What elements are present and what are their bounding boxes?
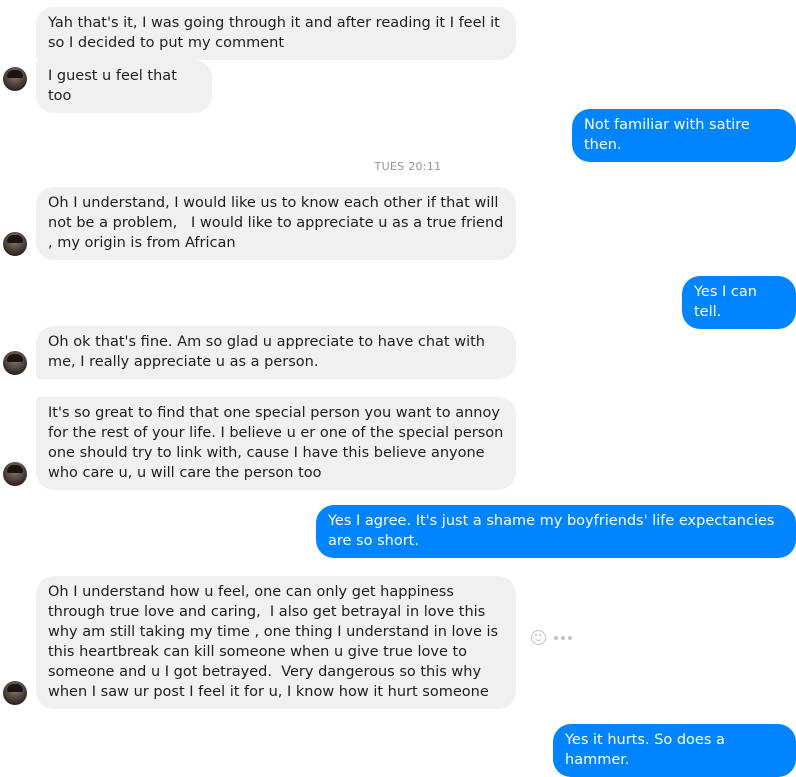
message-actions xyxy=(531,630,572,645)
contact-avatar[interactable] xyxy=(3,232,27,256)
message-bubble-outgoing[interactable]: Yes I can tell. xyxy=(682,276,796,329)
message-bubble-outgoing[interactable]: Not familiar with satire then. xyxy=(572,109,796,162)
message-bubble-incoming[interactable]: Yah that's it, I was going through it an… xyxy=(36,7,516,60)
contact-avatar[interactable] xyxy=(3,681,27,705)
more-dots-icon[interactable] xyxy=(554,635,572,640)
message-bubble-incoming[interactable]: Oh I understand, I would like us to know… xyxy=(36,187,516,260)
smiley-icon[interactable] xyxy=(531,630,546,645)
message-bubble-incoming[interactable]: Oh ok that's fine. Am so glad u apprecia… xyxy=(36,326,516,379)
contact-avatar[interactable] xyxy=(3,351,27,375)
message-bubble-incoming[interactable]: It's so great to find that one special p… xyxy=(36,397,516,490)
contact-avatar[interactable] xyxy=(3,67,27,91)
message-bubble-incoming[interactable]: I guest u feel that too xyxy=(36,60,212,113)
conversation-timestamp: TUES 20:11 xyxy=(374,160,442,173)
message-bubble-outgoing[interactable]: Yes I agree. It's just a shame my boyfri… xyxy=(316,505,796,558)
message-bubble-incoming[interactable]: Oh I understand how u feel, one can only… xyxy=(36,576,516,709)
message-bubble-outgoing[interactable]: Yes it hurts. So does a hammer. xyxy=(553,724,796,777)
contact-avatar[interactable] xyxy=(3,462,27,486)
